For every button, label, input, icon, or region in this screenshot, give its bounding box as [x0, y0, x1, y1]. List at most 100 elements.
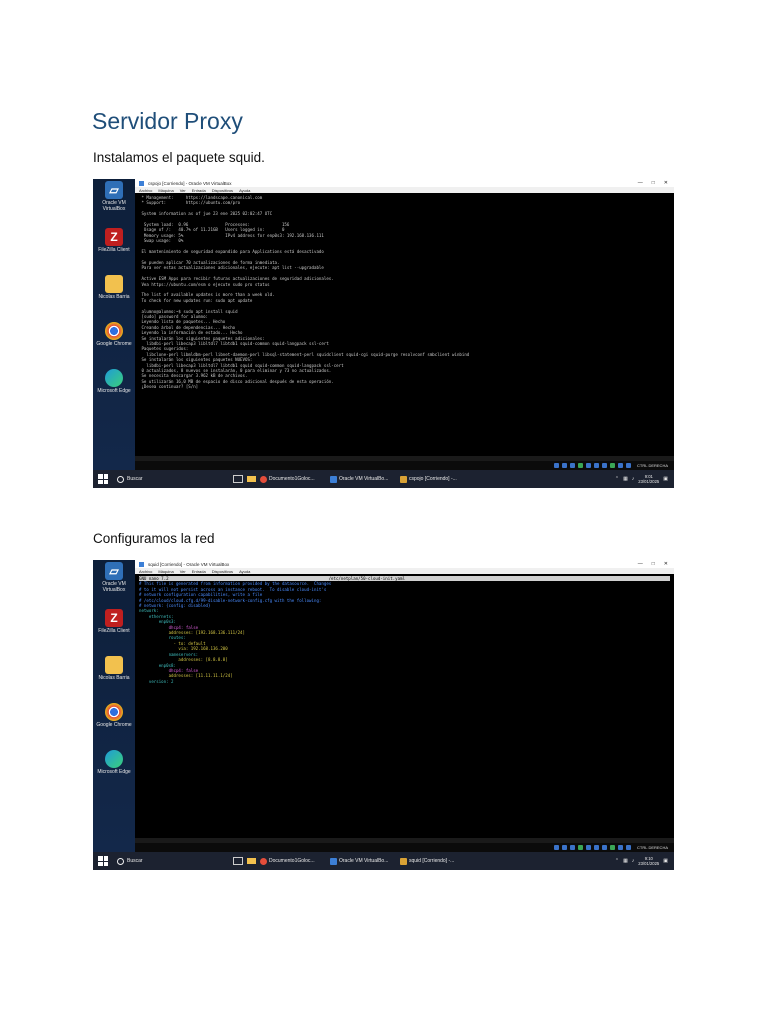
window-title: cspojo [Corriendo] - Oracle VM VirtualBo…	[148, 180, 232, 186]
desktop-icon-edge[interactable]: Microsoft Edge	[96, 750, 132, 775]
cpu-icon[interactable]	[618, 463, 624, 468]
desktop-icon-chrome[interactable]: Google Chrome	[96, 322, 132, 347]
taskbar-clock[interactable]: 9:10 23/01/2025	[638, 856, 659, 866]
desktop-icon-folder[interactable]: Nicolas Barria	[96, 275, 132, 300]
editor-content: # This file is generated from informatio…	[139, 581, 670, 684]
menu-ayuda[interactable]: Ayuda	[239, 569, 250, 574]
windows-taskbar: Buscar Documento1Goloc... Oracle VM Virt…	[93, 852, 674, 870]
cpu-icon[interactable]	[618, 845, 624, 850]
nano-editor[interactable]: GNU nano 7.2 /etc/netplan/50-cloud-init.…	[135, 574, 674, 838]
menu-ayuda[interactable]: Ayuda	[239, 188, 250, 193]
shared-folder-icon[interactable]	[594, 845, 600, 850]
clock-date: 23/01/2025	[638, 861, 660, 866]
recording-icon[interactable]	[610, 463, 616, 468]
taskbar-app-virtualbox[interactable]: Oracle VM VirtualBo...	[330, 857, 396, 865]
taskbar-app-virtualbox[interactable]: Oracle VM VirtualBo...	[330, 475, 396, 483]
edge-icon	[105, 369, 123, 387]
clock-date: 23/01/2025	[638, 479, 660, 484]
taskbar-app-chrome[interactable]: Documento1Goloc...	[260, 475, 326, 483]
taskbar-app-vm[interactable]: squid [Corriendo] -...	[400, 857, 466, 865]
file-explorer-icon[interactable]	[247, 858, 256, 864]
network-icon[interactable]	[578, 463, 584, 468]
menu-maquina[interactable]: Máquina	[158, 188, 173, 193]
usb-icon[interactable]	[586, 463, 592, 468]
desktop-icon-filezilla[interactable]: Z FileZilla Client	[96, 228, 132, 253]
windows-start-icon[interactable]	[98, 474, 108, 484]
taskbar-app-chrome[interactable]: Documento1Goloc...	[260, 857, 326, 865]
menu-dispositivos[interactable]: Dispositivos	[212, 188, 233, 193]
terminal[interactable]: * Management: https://landscape.canonica…	[135, 193, 674, 456]
screenshot-install-squid: ▱ Oracle VM VirtualBox Z FileZilla Clien…	[93, 179, 674, 488]
optical-drive-icon[interactable]	[562, 463, 568, 468]
virtualbox-icon: ▱	[105, 181, 123, 199]
speaker-icon[interactable]: ♪	[632, 476, 635, 482]
vm-statusbar: CTRL DERECHA	[135, 843, 674, 852]
desktop-icon-folder[interactable]: Nicolas Barria	[96, 656, 132, 681]
audio-icon[interactable]	[570, 463, 576, 468]
chevron-up-icon[interactable]: ⌃	[615, 476, 619, 482]
network-icon[interactable]	[578, 845, 584, 850]
windows-start-icon[interactable]	[98, 856, 108, 866]
mouse-integration-icon[interactable]	[626, 463, 632, 468]
taskbar-app-label: squid [Corriendo] -...	[409, 858, 455, 864]
desktop-icon-label: Microsoft Edge	[97, 388, 131, 394]
desktop-icon-label: Microsoft Edge	[97, 769, 131, 775]
usb-icon[interactable]	[586, 845, 592, 850]
taskbar-clock[interactable]: 9:01 23/01/2025	[638, 474, 659, 484]
network-icon[interactable]: ▦	[623, 476, 628, 482]
mouse-integration-icon[interactable]	[626, 845, 632, 850]
host-key-label: CTRL DERECHA	[637, 845, 668, 850]
audio-icon[interactable]	[570, 845, 576, 850]
search-label: Buscar	[127, 476, 143, 482]
menu-archivo[interactable]: Archivo	[139, 569, 152, 574]
optical-drive-icon[interactable]	[562, 845, 568, 850]
chevron-up-icon[interactable]: ⌃	[615, 858, 619, 864]
network-icon[interactable]: ▦	[623, 858, 628, 864]
menu-maquina[interactable]: Máquina	[158, 569, 173, 574]
menu-ver[interactable]: Ver	[180, 188, 186, 193]
desktop-icon-label: Google Chrome	[96, 341, 132, 347]
desktop-icon-edge[interactable]: Microsoft Edge	[96, 369, 132, 394]
minimize-icon[interactable]: —	[638, 561, 643, 567]
speaker-icon[interactable]: ♪	[632, 858, 635, 864]
shared-folder-icon[interactable]	[594, 463, 600, 468]
file-explorer-icon[interactable]	[247, 476, 256, 482]
yaml-line: version: 2	[139, 678, 174, 684]
maximize-icon[interactable]: □	[652, 180, 655, 186]
menu-entrada[interactable]: Entrada	[192, 188, 206, 193]
close-icon[interactable]: ✕	[664, 561, 668, 567]
task-view-icon[interactable]	[233, 475, 243, 483]
menu-archivo[interactable]: Archivo	[139, 188, 152, 193]
menu-dispositivos[interactable]: Dispositivos	[212, 569, 233, 574]
taskbar-search[interactable]: Buscar	[117, 475, 227, 483]
disk-icon[interactable]	[554, 845, 560, 850]
notification-icon[interactable]: ▣	[663, 476, 668, 482]
desktop-icon-virtualbox[interactable]: ▱ Oracle VM VirtualBox	[96, 562, 132, 593]
search-icon	[117, 857, 124, 865]
virtualbox-icon	[330, 475, 337, 483]
maximize-icon[interactable]: □	[652, 561, 655, 567]
taskbar-search[interactable]: Buscar	[117, 857, 227, 865]
vm-titlebar: cspojo [Corriendo] - Oracle VM VirtualBo…	[135, 179, 674, 187]
folder-icon	[105, 275, 123, 293]
desktop-icon-virtualbox[interactable]: ▱ Oracle VM VirtualBox	[96, 181, 132, 212]
virtualbox-icon	[330, 857, 337, 865]
desktop-icon-chrome[interactable]: Google Chrome	[96, 703, 132, 728]
chrome-icon	[260, 475, 267, 483]
taskbar-app-vm[interactable]: cspojo [Corriendo] -...	[400, 475, 466, 483]
terminal-output: * Management: https://landscape.canonica…	[139, 195, 670, 390]
task-view-icon[interactable]	[233, 857, 243, 865]
recording-icon[interactable]	[610, 845, 616, 850]
chrome-icon	[260, 857, 267, 865]
disk-icon[interactable]	[554, 463, 560, 468]
menu-entrada[interactable]: Entrada	[192, 569, 206, 574]
notification-icon[interactable]: ▣	[663, 858, 668, 864]
display-icon[interactable]	[602, 463, 608, 468]
desktop-icon-filezilla[interactable]: Z FileZilla Client	[96, 609, 132, 634]
display-icon[interactable]	[602, 845, 608, 850]
desktop-icon-label: Nicolas Barria	[98, 294, 130, 300]
close-icon[interactable]: ✕	[664, 180, 668, 186]
taskbar-app-label: cspojo [Corriendo] -...	[409, 476, 457, 482]
menu-ver[interactable]: Ver	[180, 569, 186, 574]
minimize-icon[interactable]: —	[638, 180, 643, 186]
